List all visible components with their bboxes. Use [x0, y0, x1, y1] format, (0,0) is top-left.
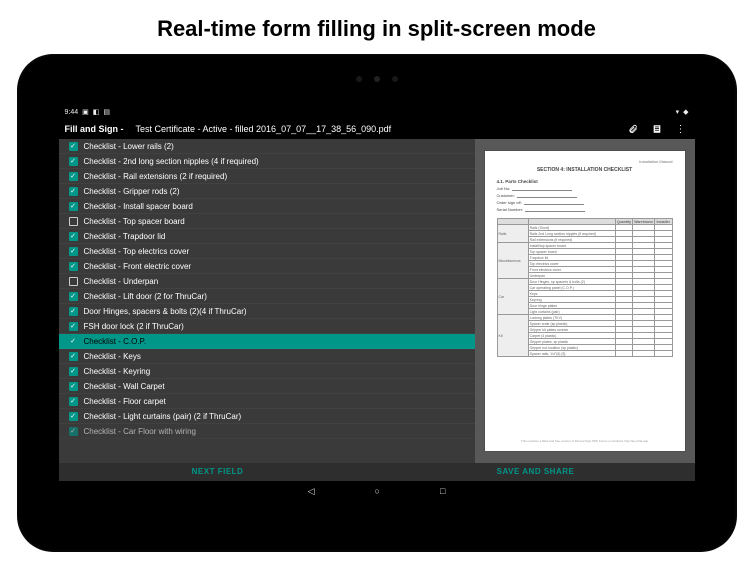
checkbox[interactable]: ✓	[69, 397, 78, 406]
pdf-header: Installation Manual	[639, 159, 672, 164]
checklist-item-label: Checklist - Lower rails (2)	[84, 142, 174, 151]
pdf-preview-panel[interactable]: Installation Manual SECTION 4: INSTALLAT…	[475, 139, 695, 463]
statusbar: 9:44 ▣ ◧ ▤ ▾ ◆	[59, 105, 695, 119]
checklist-item[interactable]: Checklist - Top spacer board	[59, 214, 475, 229]
checklist-item[interactable]: ✓ Checklist - Wall Carpet	[59, 379, 475, 394]
checklist-item[interactable]: ✓ Checklist - Car Floor with wiring	[59, 424, 475, 439]
checkbox[interactable]: ✓	[69, 292, 78, 301]
checkbox[interactable]: ✓	[69, 232, 78, 241]
android-navbar: ◁ ○ □	[59, 481, 695, 501]
checklist-item-label: Checklist - Keyring	[84, 367, 151, 376]
checklist-item-label: Checklist - 2nd long section nipples (4 …	[84, 157, 259, 166]
checkbox[interactable]: ✓	[69, 262, 78, 271]
home-icon[interactable]: ○	[375, 486, 380, 496]
checklist-item-label: Checklist - Wall Carpet	[84, 382, 165, 391]
statusbar-icon: ▤	[103, 108, 110, 116]
checklist-item-label: Checklist - Trapdoor lid	[84, 232, 166, 241]
checklist-item-label: Checklist - C.O.P.	[84, 337, 147, 346]
pdf-table: QuantityWarehouseInstallerRailsRails (Sh…	[497, 218, 673, 357]
content-area: ✓ Checklist - Lower rails (2) ✓ Checklist -…	[59, 139, 695, 463]
app-title: Fill and Sign -	[65, 124, 124, 134]
checkbox[interactable]: ✓	[69, 412, 78, 421]
checkbox[interactable]: ✓	[69, 187, 78, 196]
tablet-frame: 9:44 ▣ ◧ ▤ ▾ ◆ Fill and Sign - Test Cert…	[17, 54, 737, 552]
pdf-form-field: Customer:	[497, 193, 673, 198]
checkbox[interactable]: ✓	[69, 142, 78, 151]
appbar: Fill and Sign - Test Certificate - Activ…	[59, 119, 695, 139]
checkbox[interactable]: ✓	[69, 172, 78, 181]
caption: Real-time form filling in split-screen m…	[157, 16, 596, 42]
save-share-button[interactable]: SAVE AND SHARE	[377, 463, 695, 481]
checklist-item[interactable]: ✓ Checklist - Gripper rods (2)	[59, 184, 475, 199]
checklist-item[interactable]: Checklist - Underpan	[59, 274, 475, 289]
checklist-item-label: Checklist - Rail extensions (2 if requir…	[84, 172, 228, 181]
pdf-form-field: Serial Number:	[497, 207, 673, 212]
checklist-item[interactable]: ✓ Door Hinges, spacers & bolts (2)(4 if T…	[59, 304, 475, 319]
checklist-item[interactable]: ✓ Checklist - Install spacer board	[59, 199, 475, 214]
checkbox[interactable]: ✓	[69, 352, 78, 361]
checklist-item[interactable]: ✓ Checklist - Keyring	[59, 364, 475, 379]
back-icon[interactable]: ◁	[308, 486, 315, 497]
pdf-form-field: Job No:	[497, 186, 673, 191]
statusbar-icon: ▣	[82, 108, 89, 116]
checklist-item-label: Door Hinges, spacers & bolts (2)(4 if Th…	[84, 307, 247, 316]
next-field-button[interactable]: NEXT FIELD	[59, 463, 377, 481]
document-filename: Test Certificate - Active - filled 2016_…	[136, 124, 392, 134]
attach-icon[interactable]	[625, 124, 641, 134]
checkbox[interactable]: ✓	[69, 307, 78, 316]
checklist-items: ✓ Checklist - Lower rails (2) ✓ Checklist -…	[59, 139, 475, 463]
checklist-item[interactable]: ✓ Checklist - Keys	[59, 349, 475, 364]
checkbox[interactable]: ✓	[69, 337, 78, 346]
footer-actions: NEXT FIELD SAVE AND SHARE	[59, 463, 695, 481]
checklist-item-label: Checklist - Front electric cover	[84, 262, 192, 271]
checklist-item-label: Checklist - Keys	[84, 352, 141, 361]
pdf-page: Installation Manual SECTION 4: INSTALLAT…	[485, 151, 685, 451]
checklist-item-label: FSH door lock (2 if ThruCar)	[84, 322, 184, 331]
checkbox[interactable]: ✓	[69, 322, 78, 331]
checkbox[interactable]: ✓	[69, 367, 78, 376]
checklist-item-label: Checklist - Top spacer board	[84, 217, 185, 226]
checkbox[interactable]: ✓	[69, 157, 78, 166]
checklist-item-label: Checklist - Car Floor with wiring	[84, 427, 196, 436]
checklist-item-label: Checklist - Floor carpet	[84, 397, 166, 406]
statusbar-icon: ◧	[93, 108, 100, 116]
more-icon[interactable]: ⋮	[673, 124, 689, 135]
checklist-item[interactable]: ✓ Checklist - Light curtains (pair) (2 if…	[59, 409, 475, 424]
checklist-item[interactable]: ✓ Checklist - Lift door (2 for ThruCar)	[59, 289, 475, 304]
checkbox[interactable]: ✓	[69, 247, 78, 256]
checklist-item[interactable]: ✓ Checklist - 2nd long section nipples (4…	[59, 154, 475, 169]
checkbox[interactable]: ✓	[69, 202, 78, 211]
battery-icon: ◆	[683, 108, 688, 116]
checklist-item[interactable]: ✓ Checklist - Lower rails (2)	[59, 139, 475, 154]
checklist-item[interactable]: ✓ Checklist - Top electrics cover	[59, 244, 475, 259]
camera-dot	[374, 76, 380, 82]
form-panel: ✓ Checklist - Lower rails (2) ✓ Checklist -…	[59, 139, 475, 463]
statusbar-time: 9:44	[65, 109, 79, 116]
checklist-item-label: Checklist - Gripper rods (2)	[84, 187, 180, 196]
checklist-item-label: Checklist - Underpan	[84, 277, 159, 286]
screen: 9:44 ▣ ◧ ▤ ▾ ◆ Fill and Sign - Test Cert…	[59, 105, 695, 501]
pdf-subtitle: 4.1. Parts Checklist	[497, 179, 673, 184]
checklist-item[interactable]: ✓ FSH door lock (2 if ThruCar)	[59, 319, 475, 334]
checklist-item-label: Checklist - Light curtains (pair) (2 if …	[84, 412, 242, 421]
recents-icon[interactable]: □	[440, 486, 445, 496]
wifi-icon: ▾	[676, 108, 680, 116]
pdf-form-field: Order sign off:	[497, 200, 673, 205]
checklist-item-label: Checklist - Top electrics cover	[84, 247, 190, 256]
checkbox[interactable]: ✓	[69, 382, 78, 391]
checkbox[interactable]	[69, 217, 78, 226]
checklist-item[interactable]: ✓ Checklist - C.O.P.	[59, 334, 475, 349]
checklist-item[interactable]: ✓ Checklist - Trapdoor lid	[59, 229, 475, 244]
checklist-item[interactable]: ✓ Checklist - Rail extensions (2 if requi…	[59, 169, 475, 184]
pdf-footer-note: This could be a filled and free version …	[497, 439, 673, 443]
page-icon[interactable]	[649, 124, 665, 134]
checklist-item-label: Checklist - Lift door (2 for ThruCar)	[84, 292, 207, 301]
checklist-item[interactable]: ✓ Checklist - Front electric cover	[59, 259, 475, 274]
pdf-section-title: SECTION 4: INSTALLATION CHECKLIST	[497, 167, 673, 173]
checklist-item[interactable]: ✓ Checklist - Floor carpet	[59, 394, 475, 409]
checklist-item-label: Checklist - Install spacer board	[84, 202, 193, 211]
checkbox[interactable]	[69, 277, 78, 286]
checkbox[interactable]: ✓	[69, 427, 78, 436]
